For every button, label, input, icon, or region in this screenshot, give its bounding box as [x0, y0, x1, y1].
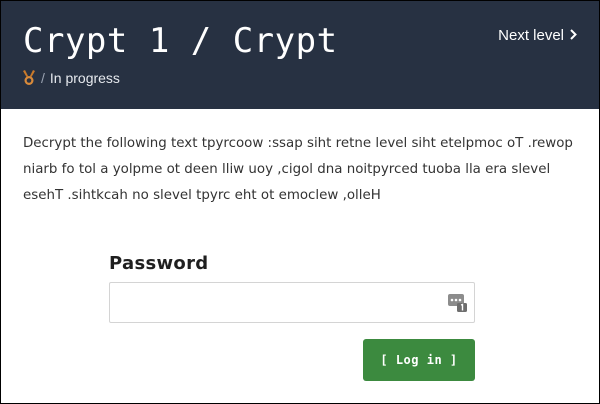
page-frame: Crypt 1 / Crypt / In progress Next level [0, 0, 600, 404]
next-level-link[interactable]: Next level [498, 27, 577, 44]
level-status: / In progress [23, 69, 120, 87]
level-header: Crypt 1 / Crypt / In progress Next level [1, 1, 599, 109]
password-label: Password [109, 253, 209, 274]
chevron-right-icon [570, 27, 577, 44]
page-title: Crypt 1 / Crypt [23, 21, 338, 61]
password-input[interactable] [110, 283, 440, 322]
next-level-label: Next level [498, 27, 564, 44]
password-field[interactable] [109, 282, 475, 323]
status-separator: / [41, 70, 45, 86]
instructions-text: Decrypt the following text tpyrcoow :ssa… [23, 136, 573, 203]
medal-icon [23, 70, 35, 86]
login-button[interactable]: [ Log in ] [363, 339, 475, 381]
password-manager-icon[interactable] [448, 293, 468, 313]
status-text: In progress [49, 70, 120, 86]
